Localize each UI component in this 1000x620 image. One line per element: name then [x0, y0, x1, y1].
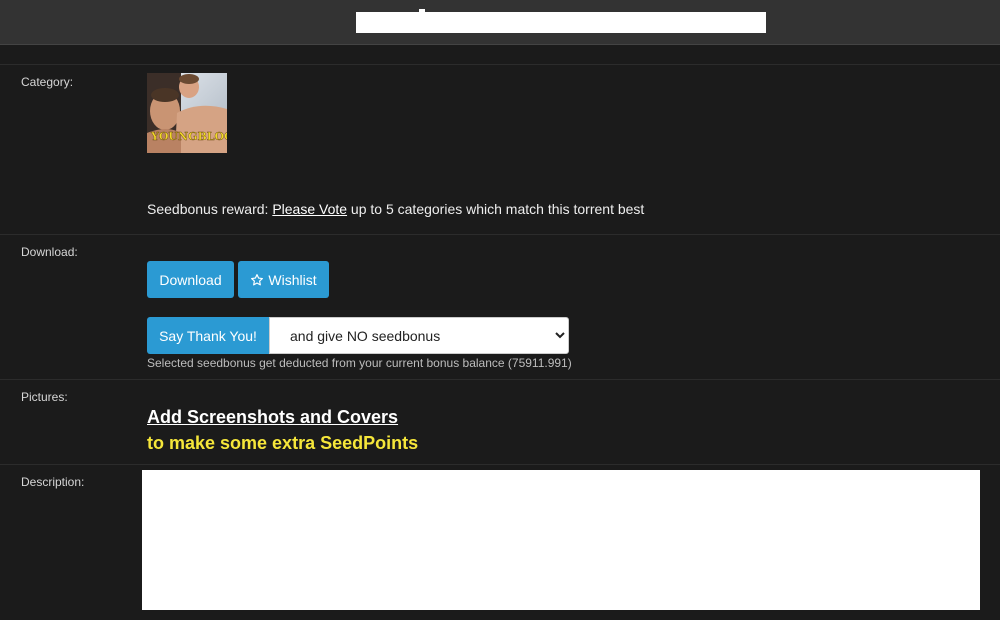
pictures-label: Pictures:: [21, 390, 68, 404]
add-screenshots-link[interactable]: Add Screenshots and Covers: [147, 407, 398, 428]
star-outline-icon: [250, 273, 264, 287]
top-header-bar: [0, 0, 1000, 45]
youngblood-wordmark: YOUNGBLOOD: [150, 130, 227, 143]
torrent-title-redacted: [356, 12, 766, 33]
category-row: Category: YOUNGBLOOD Seedbonus reward: P…: [0, 64, 1000, 235]
category-label: Category:: [21, 75, 74, 89]
seedbonus-select[interactable]: and give NO seedbonus: [269, 317, 569, 354]
extra-seedpoints-text: to make some extra SeedPoints: [147, 433, 419, 453]
bonus-balance-note: Selected seedbonus get deducted from you…: [147, 356, 572, 370]
description-content-redacted: [142, 470, 980, 610]
download-button-label: Download: [159, 271, 222, 288]
wishlist-button-label: Wishlist: [268, 271, 317, 288]
seedbonus-prefix: Seedbonus reward:: [147, 201, 273, 217]
download-label: Download:: [21, 245, 78, 259]
description-label: Description:: [21, 475, 85, 489]
download-row: Download: Download Wishlist Say Thank Yo…: [0, 234, 1000, 380]
download-button[interactable]: Download: [147, 261, 234, 298]
say-thank-you-button[interactable]: Say Thank You!: [147, 317, 269, 354]
please-vote-link[interactable]: Please Vote: [272, 201, 347, 217]
wishlist-button[interactable]: Wishlist: [238, 261, 329, 298]
torrent-details-page: Category: YOUNGBLOOD Seedbonus reward: P…: [0, 0, 1000, 620]
say-thank-you-label: Say Thank You!: [159, 327, 257, 344]
category-thumbnail[interactable]: YOUNGBLOOD: [147, 73, 227, 153]
description-row: Description:: [0, 464, 1000, 620]
seedbonus-suffix: up to 5 categories which match this torr…: [347, 201, 645, 217]
seedbonus-reward-line: Seedbonus reward: Please Vote up to 5 ca…: [147, 201, 644, 217]
pictures-row: Pictures: Add Screenshots and Covers to …: [0, 379, 1000, 465]
